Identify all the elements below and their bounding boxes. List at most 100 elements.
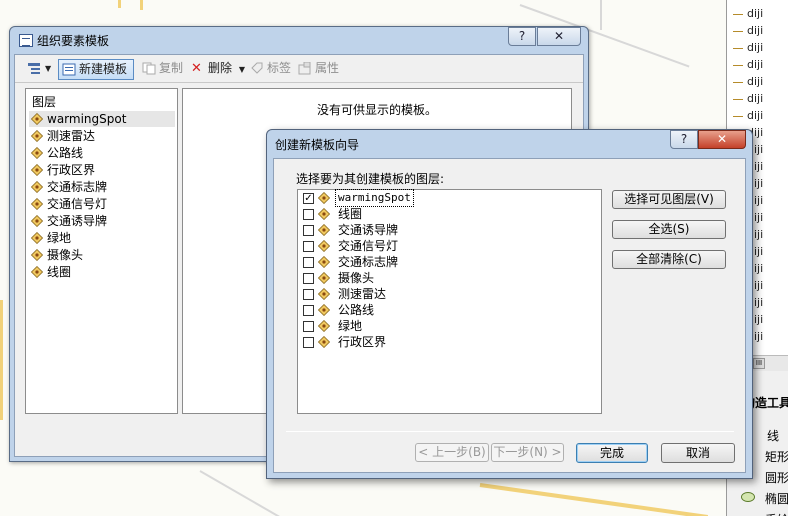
layer-item[interactable]: 摄像头 xyxy=(29,247,175,263)
copy-button[interactable]: 复制 xyxy=(139,59,185,80)
layer-list-label: diji xyxy=(747,58,764,71)
line-symbol-icon xyxy=(733,13,743,15)
back-button[interactable]: < 上一步(B) xyxy=(415,443,489,462)
layer-label: 公路线 xyxy=(47,146,84,160)
layer-list-item[interactable]: diji xyxy=(733,58,763,75)
tag-button[interactable]: 标签 xyxy=(247,59,293,80)
wizard-close-button[interactable]: ✕ xyxy=(698,130,746,149)
layer-list-label: diji xyxy=(747,75,764,88)
layer-label: 测速雷达 xyxy=(47,129,96,143)
empty-message: 没有可供显示的模板。 xyxy=(316,103,437,117)
copy-icon xyxy=(142,62,156,75)
layer-symbol-icon xyxy=(318,304,330,316)
construct-tool-label: 椭圆 xyxy=(765,492,788,506)
layer-label: 交通信号灯 xyxy=(47,197,108,211)
layer-symbol-icon xyxy=(318,192,330,204)
wizard-layer-list: ✓ warmingSpot 线圈 交通诱导牌 交通信号灯 交通标志牌 摄像头 测速雷达 公路线绿… xyxy=(297,189,602,414)
layer-checkbox[interactable] xyxy=(303,241,314,252)
layer-label: 线圈 xyxy=(47,265,72,279)
wizard-layer-label: 测速雷达 xyxy=(338,287,387,301)
properties-button[interactable]: 属性 xyxy=(295,59,345,80)
layer-checkbox[interactable] xyxy=(303,321,314,332)
wizard-layer-label: 交通信号灯 xyxy=(338,239,399,253)
layer-list-item[interactable]: diji xyxy=(733,24,763,41)
layer-list-label: diji xyxy=(747,92,764,105)
layer-list-item[interactable]: diji xyxy=(733,109,763,126)
construct-tool-1[interactable]: 矩形 xyxy=(765,448,788,465)
layer-item[interactable]: 线圈 xyxy=(29,264,175,280)
layer-item[interactable]: warmingSpot xyxy=(29,111,175,127)
layer-list-item[interactable]: diji xyxy=(733,7,763,24)
layer-item[interactable]: 交通诱导牌 xyxy=(29,213,175,229)
cancel-button[interactable]: 取消 xyxy=(661,443,735,463)
construct-tool-2[interactable]: 圆形 xyxy=(765,469,788,486)
close-button[interactable]: ✕ xyxy=(537,27,581,46)
layer-symbol-icon xyxy=(31,249,43,261)
create-template-wizard: 创建新模板向导 ? ✕ 选择要为其创建模板的图层: ✓ warmingSpot 线圈… xyxy=(266,129,753,479)
scrollbar-grip[interactable]: III xyxy=(753,358,765,369)
layer-symbol-icon xyxy=(31,198,43,210)
map-road xyxy=(0,300,3,420)
construct-tool-3[interactable]: 椭圆 xyxy=(741,490,788,507)
layer-checkbox[interactable]: ✓ xyxy=(303,193,314,204)
layer-checkbox[interactable] xyxy=(303,273,314,284)
view-options-button[interactable]: ▼ xyxy=(23,59,53,80)
delete-button[interactable]: ✕ 删除 ▼ xyxy=(188,59,245,80)
layer-checkbox[interactable] xyxy=(303,209,314,220)
layer-symbol-icon xyxy=(318,208,330,220)
layer-list-item[interactable]: diji xyxy=(733,75,763,92)
delete-icon: ✕ xyxy=(191,61,202,76)
layer-label: 绿地 xyxy=(47,231,72,245)
construct-tool-label: 矩形 xyxy=(765,450,788,464)
layer-checkbox[interactable] xyxy=(303,225,314,236)
layer-checkbox[interactable] xyxy=(303,257,314,268)
layer-item[interactable]: 测速雷达 xyxy=(29,128,175,144)
map-road xyxy=(118,0,121,8)
layer-symbol-icon xyxy=(318,288,330,300)
layer-item[interactable]: 公路线 xyxy=(29,145,175,161)
line-symbol-icon xyxy=(733,30,743,32)
layer-label: 行政区界 xyxy=(47,163,96,177)
select-visible-layers-button[interactable]: 选择可见图层(V) xyxy=(612,190,726,209)
construct-tool-4[interactable]: 手绘 xyxy=(765,511,788,516)
wizard-layer-label: 交通诱导牌 xyxy=(338,223,399,237)
layer-item[interactable]: 交通标志牌 xyxy=(29,179,175,195)
layer-item[interactable]: 绿地 xyxy=(29,230,175,246)
new-template-button[interactable]: 新建模板 xyxy=(58,59,134,80)
properties-icon xyxy=(298,62,311,75)
layer-item[interactable]: 行政区界 xyxy=(29,162,175,178)
layer-label: 交通标志牌 xyxy=(47,180,108,194)
layer-list-item[interactable]: diji xyxy=(733,41,763,58)
select-all-button[interactable]: 全选(S) xyxy=(612,220,726,239)
chevron-down-icon: ▼ xyxy=(45,64,52,73)
layer-symbol-icon xyxy=(31,164,43,176)
layer-list-label: diji xyxy=(747,109,764,122)
help-button[interactable]: ? xyxy=(508,27,536,46)
layer-list-label: diji xyxy=(747,41,764,54)
finish-button[interactable]: 完成 xyxy=(576,443,648,463)
layer-symbol-icon xyxy=(31,147,43,159)
new-template-label: 新建模板 xyxy=(79,62,128,76)
layer-checkbox[interactable] xyxy=(303,305,314,316)
window-icon xyxy=(19,34,33,47)
layer-item[interactable]: 交通信号灯 xyxy=(29,196,175,212)
tag-label: 标签 xyxy=(267,61,292,75)
toolbar: ▼ 新建模板 复制 ✕ 删除 ▼ 标签 属性 xyxy=(21,58,581,82)
layer-symbol-icon xyxy=(31,130,43,142)
next-button[interactable]: 下一步(N) > xyxy=(491,443,564,462)
layer-checkbox[interactable] xyxy=(303,337,314,348)
layer-label: warmingSpot xyxy=(47,112,127,126)
wizard-layer-label: 交通标志牌 xyxy=(338,255,399,269)
construct-tool-0[interactable]: 线 xyxy=(767,427,779,444)
clear-all-button[interactable]: 全部清除(C) xyxy=(612,250,726,269)
wizard-body: 选择要为其创建模板的图层: ✓ warmingSpot 线圈 交通诱导牌 交通信号灯 交通… xyxy=(273,158,746,473)
wizard-layer-label: 摄像头 xyxy=(338,271,375,285)
line-symbol-icon xyxy=(733,47,743,49)
layer-symbol-icon xyxy=(318,272,330,284)
list-view-icon xyxy=(28,63,40,74)
layer-list-item[interactable]: diji xyxy=(733,92,763,109)
wizard-help-button[interactable]: ? xyxy=(670,130,698,149)
layer-checkbox[interactable] xyxy=(303,289,314,300)
toolbar-divider xyxy=(15,82,583,83)
layer-symbol-icon xyxy=(318,224,330,236)
